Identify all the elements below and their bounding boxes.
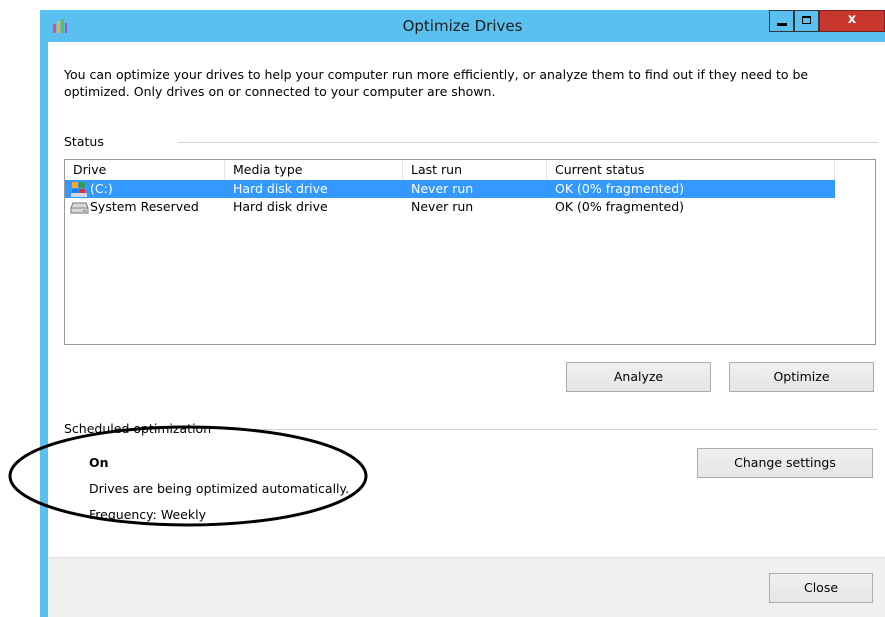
minimize-button[interactable] [769,10,794,32]
dialog-body: You can optimize your drives to help you… [48,42,885,617]
close-button[interactable]: Close [769,573,873,603]
intro-text: You can optimize your drives to help you… [64,67,809,99]
minimize-icon [777,23,787,26]
drive-name: (C:) [90,181,113,196]
media-type: Hard disk drive [233,181,328,196]
scheduled-divider [243,429,878,430]
change-settings-button[interactable]: Change settings [697,448,873,478]
table-row[interactable]: System Reserved Hard disk drive Never ru… [65,198,835,216]
status-label: Status [64,134,104,149]
schedule-description: Drives are being optimized automatically… [89,481,350,496]
status-divider [178,142,878,143]
column-drive[interactable]: Drive [65,160,225,180]
drive-name: System Reserved [90,199,199,214]
analyze-button[interactable]: Analyze [566,362,711,392]
table-row[interactable]: (C:) Hard disk drive Never run OK (0% fr… [65,180,835,198]
schedule-state: On [89,455,109,470]
windows-drive-icon [71,182,87,197]
current-status: OK (0% fragmented) [555,181,685,196]
drives-list-header: Drive Media type Last run Current status [65,160,835,181]
dialog-footer: Close [48,557,885,617]
maximize-button[interactable] [794,10,819,32]
media-type: Hard disk drive [233,199,328,214]
close-icon: x [847,12,857,27]
title-bar[interactable]: Optimize Drives x [40,10,885,42]
hard-drive-icon [70,202,89,214]
optimize-button[interactable]: Optimize [729,362,874,392]
schedule-frequency: Frequency: Weekly [89,507,206,522]
optimize-drives-window: Optimize Drives x You can optimize your … [40,10,885,617]
window-title: Optimize Drives [402,17,523,35]
drives-list[interactable]: Drive Media type Last run Current status… [64,159,876,345]
last-run: Never run [411,199,474,214]
column-last-run[interactable]: Last run [403,160,547,180]
last-run: Never run [411,181,474,196]
close-window-button[interactable]: x [819,10,885,32]
column-media-type[interactable]: Media type [225,160,403,180]
current-status: OK (0% fragmented) [555,199,685,214]
maximize-icon [802,16,811,24]
column-current-status[interactable]: Current status [547,160,835,180]
scheduled-optimization-label: Scheduled optimization [64,421,212,436]
